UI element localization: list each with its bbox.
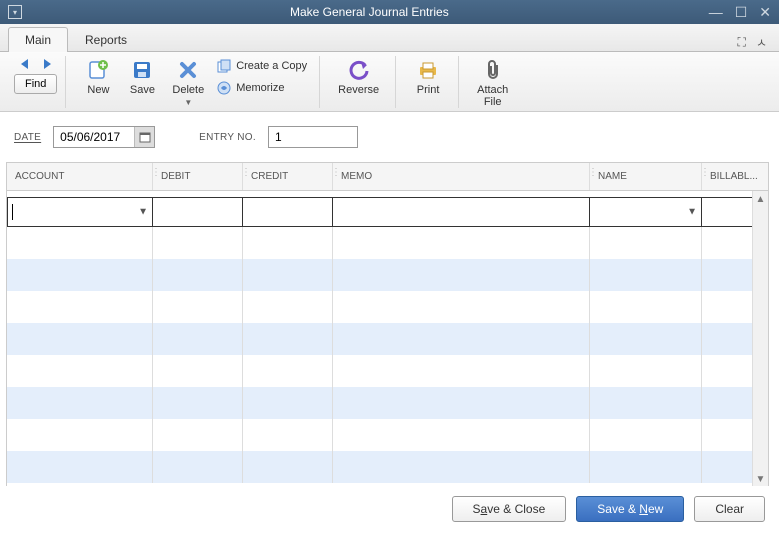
save-close-button[interactable]: Save & Close (452, 496, 567, 522)
col-header-billable[interactable]: ⋮Billabl... (702, 163, 768, 190)
name-dropdown-icon[interactable]: ▼ (687, 207, 697, 218)
arrow-right-icon (40, 58, 54, 70)
grid-row[interactable] (7, 259, 768, 291)
account-dropdown-icon[interactable]: ▼ (138, 207, 148, 218)
debit-input[interactable] (157, 205, 238, 219)
grid-row[interactable] (7, 291, 768, 323)
col-header-name[interactable]: ⋮Name (590, 163, 702, 190)
system-menu-icon[interactable]: ▾ (8, 5, 22, 19)
print-button[interactable]: Print (406, 56, 450, 100)
new-button[interactable]: New (76, 56, 120, 98)
grid-active-row[interactable]: ▼ ▼ (7, 197, 768, 227)
entry-no-label: Entry No. (199, 132, 256, 143)
arrow-left-icon (18, 58, 32, 70)
tab-main[interactable]: Main (8, 27, 68, 52)
maximize-button[interactable]: ☐ (735, 5, 748, 19)
save-button[interactable]: Save (120, 56, 164, 98)
date-input[interactable] (54, 130, 134, 144)
scroll-down-icon[interactable]: ▼ (753, 471, 768, 487)
next-arrow-button[interactable] (38, 56, 56, 72)
toolbar: Find New Save Delete ▼ Create a Copy (0, 52, 779, 112)
grid-header: Account ⋮Debit ⋮Credit ⋮Memo ⋮Name ⋮Bill… (7, 163, 768, 191)
print-icon (416, 58, 440, 82)
find-button[interactable]: Find (14, 74, 57, 94)
reverse-icon (347, 58, 371, 82)
col-header-account[interactable]: Account (7, 163, 153, 190)
chevron-down-icon: ▼ (184, 98, 192, 107)
grid-row[interactable] (7, 419, 768, 451)
delete-icon (176, 58, 200, 82)
save-new-button[interactable]: Save & New (576, 496, 684, 522)
close-button[interactable]: ✕ (759, 5, 771, 19)
attach-file-button[interactable]: Attach File (469, 56, 516, 110)
collapse-icon[interactable]: ㅅ (756, 34, 767, 51)
copy-icon (216, 58, 232, 74)
delete-button[interactable]: Delete ▼ (164, 56, 212, 109)
tab-bar: Main Reports ⛶ ㅅ (0, 24, 779, 52)
save-icon (130, 58, 154, 82)
grid-row[interactable] (7, 451, 768, 483)
expand-icon[interactable]: ⛶ (738, 35, 746, 50)
account-input[interactable] (13, 205, 148, 219)
create-copy-button[interactable]: Create a Copy (212, 56, 311, 76)
new-icon (86, 58, 110, 82)
grid-row[interactable] (7, 227, 768, 259)
journal-grid: Account ⋮Debit ⋮Credit ⋮Memo ⋮Name ⋮Bill… (6, 162, 769, 488)
tab-reports[interactable]: Reports (68, 27, 144, 52)
col-header-debit[interactable]: ⋮Debit (153, 163, 243, 190)
grid-row[interactable] (7, 355, 768, 387)
window-title: Make General Journal Entries (30, 5, 709, 19)
vertical-scrollbar[interactable]: ▲ ▼ (752, 191, 768, 487)
credit-input[interactable] (247, 205, 328, 219)
memorize-button[interactable]: Memorize (212, 78, 311, 98)
paperclip-icon (481, 58, 505, 82)
calendar-icon[interactable] (134, 127, 154, 147)
form-header: Date Entry No. (0, 112, 779, 154)
prev-arrow-button[interactable] (16, 56, 34, 72)
footer-buttons: Save & Close Save & New Clear (0, 486, 779, 534)
memo-input[interactable] (337, 205, 585, 219)
grid-row[interactable] (7, 323, 768, 355)
col-header-memo[interactable]: ⋮Memo (333, 163, 590, 190)
date-label: Date (14, 132, 41, 143)
date-field[interactable] (53, 126, 155, 148)
clear-button[interactable]: Clear (694, 496, 765, 522)
grid-row[interactable] (7, 387, 768, 419)
minimize-button[interactable]: — (709, 5, 723, 19)
name-input[interactable] (594, 205, 697, 219)
entry-no-input[interactable] (268, 126, 358, 148)
title-bar: ▾ Make General Journal Entries — ☐ ✕ (0, 0, 779, 24)
scroll-up-icon[interactable]: ▲ (753, 191, 768, 207)
memorize-icon (216, 80, 232, 96)
col-header-credit[interactable]: ⋮Credit (243, 163, 333, 190)
grid-body: ▼ ▼ ▲ ▼ (7, 191, 768, 487)
reverse-button[interactable]: Reverse (330, 56, 387, 98)
